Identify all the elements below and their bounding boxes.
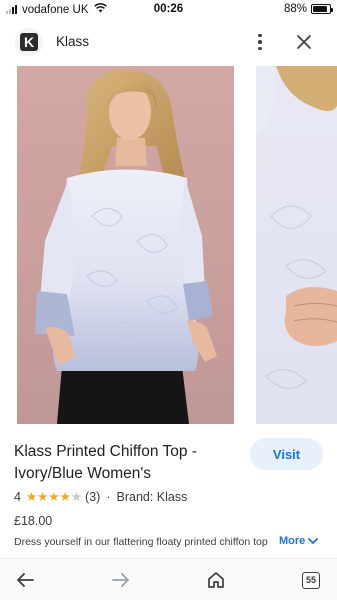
product-price: £18.00	[14, 514, 53, 528]
star-icon: ★	[48, 489, 60, 504]
star-icon: ★	[59, 489, 71, 504]
battery-percent: 88%	[283, 3, 307, 15]
more-label: More	[279, 535, 306, 547]
forward-arrow-icon[interactable]	[110, 569, 132, 591]
bottom-navigation: 55	[0, 558, 337, 600]
rating-stars: ★ ★ ★ ★ ★	[26, 491, 82, 504]
visit-button[interactable]: Visit	[250, 438, 323, 470]
separator: ·	[106, 490, 111, 504]
rating-value: 4	[14, 490, 21, 504]
close-icon[interactable]	[293, 31, 315, 53]
rating-row: 4 ★ ★ ★ ★ ★ (3) · Brand: Klass	[14, 490, 187, 504]
image-carousel[interactable]	[0, 66, 337, 426]
status-bar: vodafone UK 00:26 88%	[0, 0, 337, 18]
vertical-dots-icon[interactable]	[254, 31, 266, 53]
star-icon: ★	[37, 489, 49, 504]
more-button[interactable]: More	[279, 535, 319, 547]
star-icon: ★	[25, 489, 38, 504]
app-header: K Klass	[0, 22, 337, 62]
back-arrow-icon[interactable]	[14, 569, 36, 591]
product-description: Dress yourself in our flattering floaty …	[14, 536, 268, 548]
star-icon: ★	[70, 489, 83, 504]
status-right: 88%	[283, 3, 333, 15]
product-title[interactable]: Klass Printed Chiffon Top - Ivory/Blue W…	[14, 441, 239, 485]
brand-label: Brand: Klass	[116, 490, 188, 504]
battery-icon	[311, 4, 333, 14]
home-icon[interactable]	[205, 569, 227, 591]
app-title: Klass	[56, 34, 90, 49]
chevron-down-icon	[308, 538, 319, 545]
tabs-button[interactable]: 55	[300, 569, 322, 591]
product-photo[interactable]	[17, 66, 234, 424]
tabs-count: 55	[302, 571, 320, 589]
review-count[interactable]: (3)	[85, 490, 100, 504]
product-photo-next[interactable]	[256, 66, 337, 424]
klass-logo: K	[15, 28, 43, 56]
logo-letter: K	[20, 33, 38, 51]
